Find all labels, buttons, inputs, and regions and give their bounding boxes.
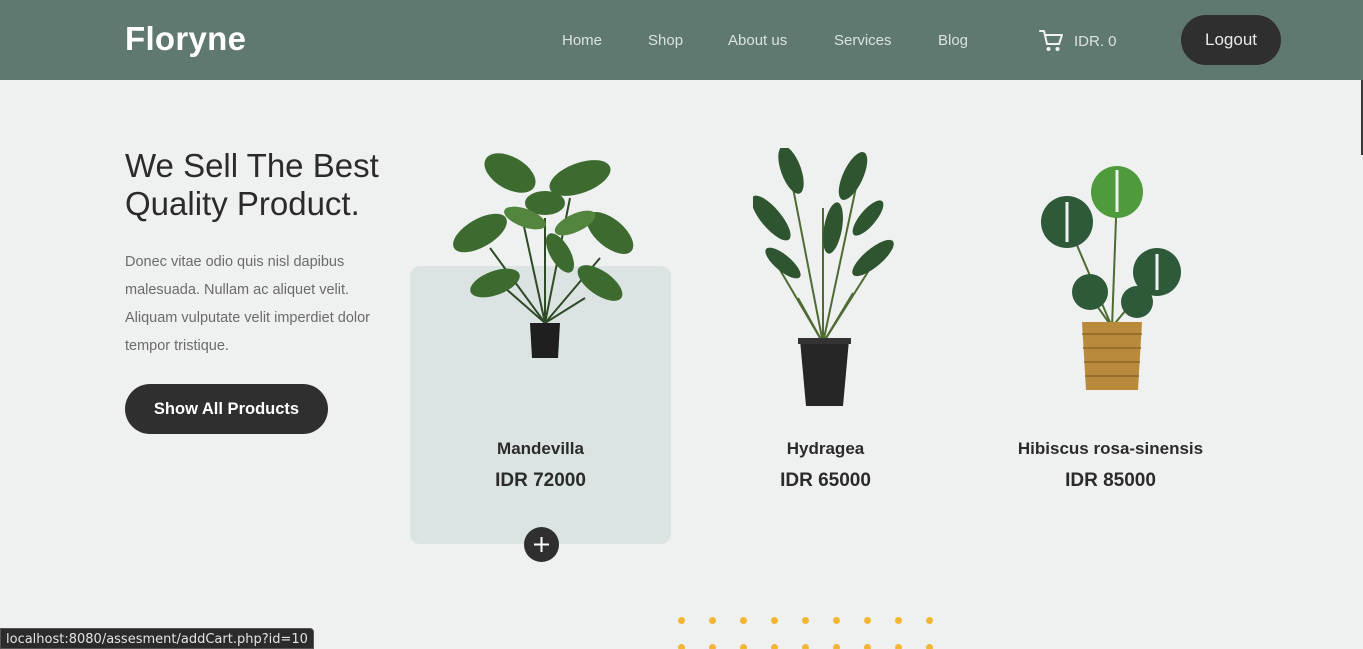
nav-services[interactable]: Services bbox=[834, 32, 892, 49]
show-all-products-button[interactable]: Show All Products bbox=[125, 384, 328, 434]
product-price: IDR 65000 bbox=[780, 470, 871, 491]
cart-link[interactable]: IDR. 0 bbox=[1039, 29, 1117, 53]
product-name: Hibiscus rosa-sinensis bbox=[1017, 439, 1204, 458]
brand-logo[interactable]: Floryne bbox=[125, 20, 246, 58]
decorative-dot bbox=[895, 617, 902, 624]
product-price: IDR 72000 bbox=[495, 470, 586, 491]
decorative-dot bbox=[740, 617, 747, 624]
cart-total: IDR. 0 bbox=[1074, 32, 1117, 50]
site-header: Floryne Home Shop About us Services Blog… bbox=[0, 0, 1363, 80]
hero-description: Donec vitae odio quis nisl dapibus males… bbox=[125, 254, 371, 354]
add-to-cart-button[interactable] bbox=[524, 527, 559, 562]
decorative-dot bbox=[771, 617, 778, 624]
cart-icon bbox=[1039, 30, 1063, 51]
decorative-dot bbox=[678, 644, 685, 649]
decorative-dot bbox=[895, 644, 902, 649]
nav-blog[interactable]: Blog bbox=[938, 32, 968, 49]
decorative-dot bbox=[802, 644, 809, 649]
product-name: Hydragea bbox=[786, 439, 865, 458]
plus-icon bbox=[534, 537, 549, 552]
decorative-dot bbox=[771, 644, 778, 649]
decorative-dot bbox=[833, 617, 840, 624]
decorative-dot bbox=[833, 644, 840, 649]
product-card-hydragea[interactable]: Hydragea IDR 65000 bbox=[695, 148, 956, 544]
decorative-dot bbox=[709, 644, 716, 649]
decorative-dot bbox=[802, 617, 809, 624]
decorative-dot bbox=[740, 644, 747, 649]
logout-button[interactable]: Logout bbox=[1181, 15, 1281, 65]
decorative-dot bbox=[864, 644, 871, 649]
nav-home[interactable]: Home bbox=[562, 32, 602, 49]
product-card-mandevilla[interactable]: Mandevilla IDR 72000 bbox=[410, 153, 671, 562]
plant-in-tall-pot-icon bbox=[753, 148, 894, 406]
product-price: IDR 85000 bbox=[1065, 470, 1156, 491]
decorative-dot bbox=[926, 644, 933, 649]
product-name: Mandevilla bbox=[497, 439, 584, 458]
browser-status-bar: localhost:8080/assesment/addCart.php?id=… bbox=[0, 628, 314, 649]
nav-about-us[interactable]: About us bbox=[728, 32, 787, 49]
product-card-hibiscus[interactable]: Hibiscus rosa-sinensis IDR 85000 bbox=[980, 166, 1241, 544]
nav-shop[interactable]: Shop bbox=[648, 32, 683, 49]
decorative-dot bbox=[926, 617, 933, 624]
hero-title: We Sell The Best Quality Product. bbox=[125, 147, 379, 222]
decorative-dot bbox=[864, 617, 871, 624]
plant-in-black-pot-icon bbox=[453, 153, 634, 358]
plant-in-basket-icon bbox=[1041, 166, 1181, 390]
decorative-dot bbox=[709, 617, 716, 624]
decorative-dot bbox=[678, 617, 685, 624]
